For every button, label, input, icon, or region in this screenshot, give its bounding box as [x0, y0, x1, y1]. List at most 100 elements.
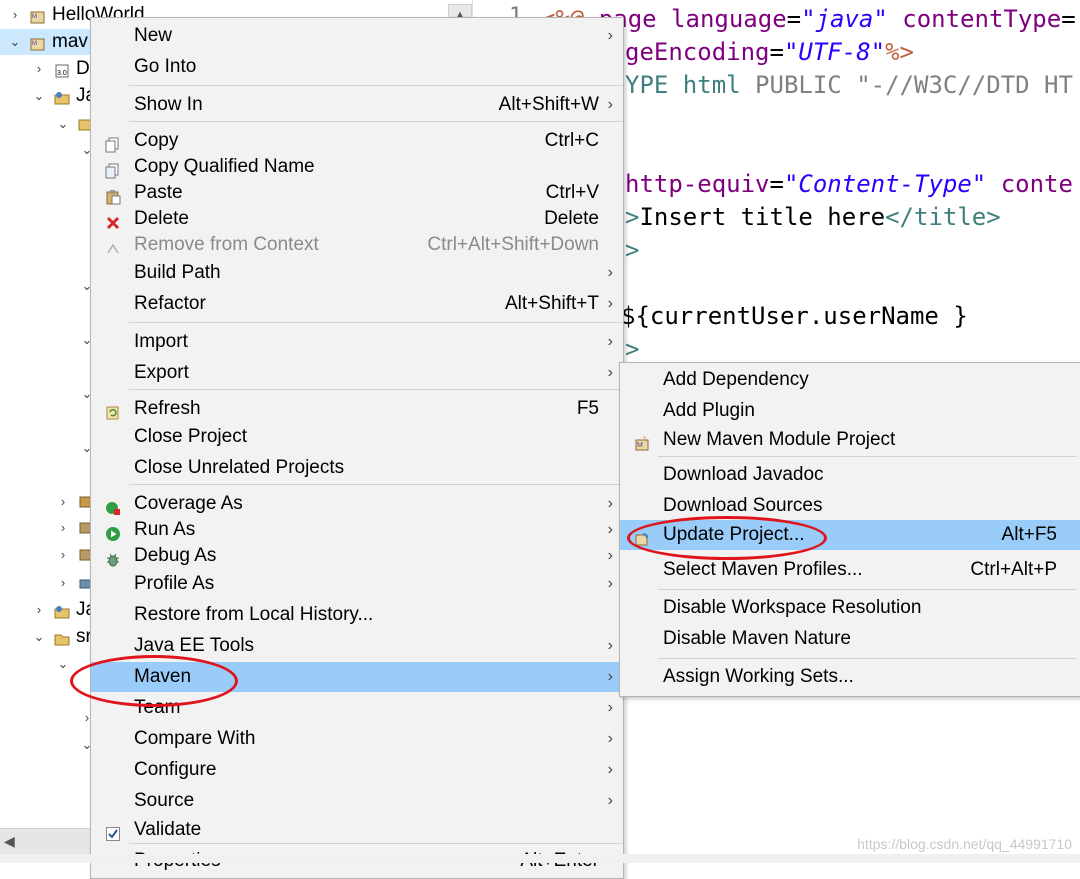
menu-item-remove-from-context[interactable]: Remove from Context Ctrl+Alt+Shift+Down [91, 230, 623, 260]
copy-qualified-icon [105, 159, 121, 179]
maven-item-update-project[interactable]: Update Project... Alt+F5 [620, 520, 1080, 550]
menu-item-label: Remove from Context [134, 234, 319, 255]
submenu-arrow-icon: › [607, 761, 613, 778]
chevron-right-icon[interactable]: › [8, 8, 22, 22]
maven-item-add-dependency[interactable]: Add Dependency [620, 365, 1080, 395]
menu-item-label: Restore from Local History... [134, 604, 374, 625]
tree-item-label: mav [52, 31, 88, 52]
menu-item-label: Java EE Tools [134, 635, 255, 656]
menu-item-label: Go Into [134, 56, 197, 77]
tree-item-src[interactable]: ⌄ sr [0, 624, 92, 650]
menu-item-build-path[interactable]: Build Path › [91, 258, 623, 288]
maven-submenu: Add Dependency Add Plugin M * New Maven Modu… [619, 362, 1080, 697]
menu-item-compare-with[interactable]: Compare With › [91, 724, 623, 754]
menu-separator [129, 322, 623, 323]
chevron-down-icon[interactable]: ⌄ [56, 657, 70, 671]
chevron-right-icon[interactable]: › [56, 576, 70, 590]
delete-icon [105, 211, 121, 230]
menu-item-refresh[interactable]: Refresh F5 [91, 394, 623, 424]
menu-item-label: Configure [134, 759, 217, 780]
menu-item-shortcut: F5 [576, 398, 599, 419]
chevron-down-icon[interactable]: ⌄ [32, 89, 46, 103]
chevron-right-icon[interactable]: › [32, 603, 46, 617]
maven-item-download-javadoc[interactable]: Download Javadoc [620, 460, 1080, 490]
menu-item-close-unrelated-projects[interactable]: Close Unrelated Projects [91, 453, 623, 483]
project-icon: M [30, 34, 46, 51]
maven-item-assign-working-sets[interactable]: Assign Working Sets... [620, 662, 1080, 692]
menu-item-maven[interactable]: Maven › [91, 662, 623, 692]
maven-item-new-maven-module-project[interactable]: M * New Maven Module Project [620, 425, 1080, 455]
menu-item-label: Download Javadoc [663, 464, 824, 485]
submenu-arrow-icon: › [607, 699, 613, 716]
submenu-arrow-icon: › [607, 668, 613, 685]
chevron-down-icon[interactable]: ⌄ [8, 35, 22, 49]
horizontal-scrollbar[interactable]: ◀ [0, 828, 92, 855]
remove-context-icon [105, 237, 121, 254]
menu-item-profile-as[interactable]: Profile As › [91, 569, 623, 599]
menu-separator [129, 85, 623, 86]
code-token: > [625, 335, 640, 363]
menu-item-new[interactable]: New › [91, 21, 623, 51]
chevron-right-icon[interactable]: › [56, 495, 70, 509]
maven-item-disable-maven-nature[interactable]: Disable Maven Nature [620, 624, 1080, 654]
submenu-arrow-icon: › [607, 96, 613, 113]
java-resources-icon [54, 88, 70, 105]
code-token: %> [885, 38, 915, 66]
validate-check-icon [105, 822, 121, 841]
menu-item-close-project[interactable]: Close Project [91, 422, 623, 452]
menu-item-label: Profile As [134, 573, 215, 594]
menu-item-shortcut: Alt+F5 [1001, 524, 1057, 545]
menu-item-label: Export [134, 362, 189, 383]
tree-item-deployment[interactable]: › 3.0 D [0, 56, 92, 82]
maven-item-disable-workspace-resolution[interactable]: Disable Workspace Resolution [620, 593, 1080, 623]
menu-item-shortcut: Ctrl+Alt+P [970, 559, 1057, 580]
menu-item-label: Disable Maven Nature [663, 628, 851, 649]
maven-item-add-plugin[interactable]: Add Plugin [620, 396, 1080, 426]
menu-item-refactor[interactable]: Refactor Alt+Shift+T › [91, 289, 623, 319]
menu-item-label: Update Project... [663, 524, 805, 545]
chevron-right-icon[interactable]: › [32, 62, 46, 76]
deployment-descriptor-icon: 3.0 [54, 61, 70, 78]
menu-item-label: Download Sources [663, 495, 823, 516]
code-token: > [625, 203, 640, 231]
maven-item-select-maven-profiles[interactable]: Select Maven Profiles... Ctrl+Alt+P [620, 555, 1080, 585]
menu-item-team[interactable]: Team › [91, 693, 623, 723]
tree-item-java-resources[interactable]: ⌄ Ja [0, 83, 97, 109]
submenu-arrow-icon: › [607, 333, 613, 350]
menu-item-show-in[interactable]: Show In Alt+Shift+W › [91, 90, 623, 120]
menu-item-export[interactable]: Export › [91, 358, 623, 388]
tree-item-java-2[interactable]: › Ja [0, 597, 96, 623]
menu-item-import[interactable]: Import › [91, 327, 623, 357]
maven-item-download-sources[interactable]: Download Sources [620, 491, 1080, 521]
menu-item-java-ee-tools[interactable]: Java EE Tools › [91, 631, 623, 661]
chevron-right-icon[interactable]: › [56, 521, 70, 535]
tree-item-maven-project[interactable]: ⌄ M mav [0, 29, 92, 55]
menu-item-source[interactable]: Source › [91, 786, 623, 816]
menu-item-validate[interactable]: Validate [91, 815, 623, 845]
copy-icon [105, 133, 121, 153]
menu-item-label: Show In [134, 94, 203, 115]
project-icon: M [30, 7, 46, 24]
code-token: "java" [801, 5, 888, 33]
scroll-left-icon[interactable]: ◀ [4, 833, 15, 850]
code-token: http-equiv [625, 170, 770, 198]
menu-item-restore-from-local-history[interactable]: Restore from Local History... [91, 600, 623, 630]
menu-item-label: Compare With [134, 728, 256, 749]
code-line-2: geEncoding="UTF-8"%> [625, 36, 914, 68]
code-line-7: ${currentUser.userName } [621, 300, 968, 332]
submenu-arrow-icon: › [607, 730, 613, 747]
code-token: = [769, 38, 784, 66]
code-token: > [625, 236, 640, 264]
menu-item-configure[interactable]: Configure › [91, 755, 623, 785]
context-menu: New › Go Into Show In Alt+Shift+W › Copy Ctrl+C… [90, 17, 624, 879]
menu-item-go-into[interactable]: Go Into [91, 52, 623, 82]
chevron-right-icon[interactable]: › [56, 548, 70, 562]
chevron-down-icon[interactable]: ⌄ [32, 630, 46, 644]
menu-item-label: Maven [134, 666, 192, 687]
menu-item-label: New [134, 25, 173, 46]
menu-item-label: Add Plugin [663, 400, 755, 421]
menu-item-label: Select Maven Profiles... [663, 559, 863, 580]
menu-item-debug-as[interactable]: Debug As › [91, 541, 623, 571]
chevron-down-icon[interactable]: ⌄ [56, 117, 70, 131]
menu-item-shortcut: Alt+Shift+W [498, 94, 599, 115]
